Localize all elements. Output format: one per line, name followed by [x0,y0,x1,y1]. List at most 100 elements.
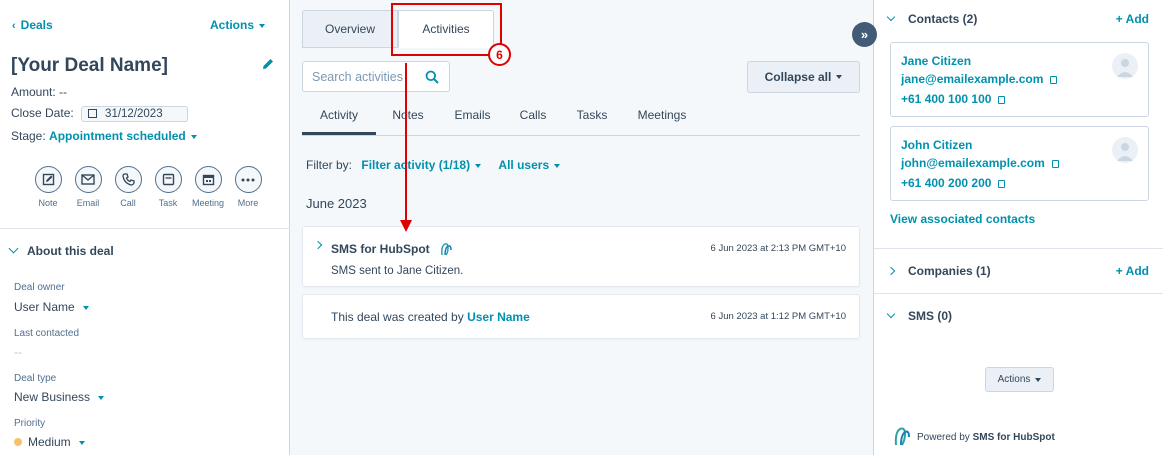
copy-icon[interactable] [998,180,1006,188]
expand-sidebar-icon[interactable]: » [852,22,877,47]
activity-body: This deal was created by User Name [331,310,530,324]
contacts-section-toggle[interactable]: Contacts (2) [886,12,977,26]
activity-panel: Overview Activities Search activities Co… [290,0,873,455]
copy-icon[interactable] [1051,160,1059,168]
caret-down-icon [475,163,482,168]
subtab-notes[interactable]: Notes [376,100,440,135]
search-activities-input[interactable]: Search activities [302,61,450,92]
contact-email-link[interactable]: jane@emailexample.com [901,72,1058,86]
caret-down-icon [82,305,89,310]
calendar-icon [88,109,98,118]
email-icon [74,166,102,193]
note-icon [34,166,62,193]
contact-phone-link[interactable]: +61 400 100 100 [901,92,1006,106]
field-label-deal-owner: Deal owner [14,282,65,293]
breadcrumb-deals[interactable]: ‹ Deals [12,18,53,32]
chevron-right-icon[interactable] [313,240,323,250]
add-company-button[interactable]: + Add [1116,264,1149,278]
search-icon[interactable] [425,70,439,84]
deal-owner-dropdown[interactable]: User Name [14,300,89,314]
subtab-activity[interactable]: Activity [302,100,376,135]
stage-dropdown[interactable]: Appointment scheduled [49,129,197,143]
actions-dropdown[interactable]: Actions [210,18,265,32]
annotation-arrow-line [405,63,407,223]
contact-name-link[interactable]: Jane Citizen [901,54,971,68]
more-icon [234,166,262,193]
subtab-tasks[interactable]: Tasks [561,100,623,135]
copy-icon[interactable] [998,96,1006,104]
all-users-dropdown[interactable]: All users [498,158,561,172]
pencil-icon[interactable] [261,57,275,71]
contact-card: John Citizen john@emailexample.com +61 4… [890,126,1149,201]
powered-by-footer: Powered by SMS for HubSpot [892,426,1055,446]
contact-name-link[interactable]: John Citizen [901,138,972,152]
annotation-highlight-box [391,3,502,56]
avatar-icon [1112,137,1138,163]
call-button[interactable]: Call [108,166,148,208]
caret-down-icon [259,23,265,28]
sms-actions-button[interactable]: Actions [985,367,1054,392]
meeting-button[interactable]: Meeting [188,166,228,208]
field-label-last-contacted: Last contacted [14,328,80,339]
chevron-down-icon [8,243,19,254]
subtab-meetings[interactable]: Meetings [623,100,701,135]
caret-down-icon [1035,377,1042,382]
close-date-input[interactable]: 31/12/2023 [81,106,188,122]
divider [874,293,1163,294]
call-icon [114,166,142,193]
deal-type-dropdown[interactable]: New Business [14,390,105,404]
chevron-down-icon [886,309,896,319]
avatar-icon [1112,53,1138,79]
field-label-deal-type: Deal type [14,373,57,384]
sms-for-hubspot-logo-icon [894,427,910,446]
close-date-row: Close Date: 31/12/2023 [11,106,188,122]
activity-subtabs: Activity Notes Emails Calls Tasks Meetin… [302,100,860,136]
activity-body: SMS sent to Jane Citizen. [331,265,464,277]
caret-down-icon [836,75,843,79]
contact-card: Jane Citizen jane@emailexample.com +61 4… [890,42,1149,117]
priority-dropdown[interactable]: Medium [14,435,85,449]
task-button[interactable]: Task [148,166,188,208]
add-contact-button[interactable]: + Add [1116,12,1149,26]
stage-row: Stage: Appointment scheduled [11,129,197,143]
last-contacted-value: -- [14,345,22,359]
tab-overview[interactable]: Overview [302,10,398,48]
caret-down-icon [190,134,197,139]
subtab-calls[interactable]: Calls [505,100,561,135]
collapse-all-button[interactable]: Collapse all [747,61,860,93]
about-deal-section-toggle[interactable]: About this deal [8,243,114,258]
chevron-down-icon [886,12,896,22]
caret-down-icon [554,163,561,168]
field-label-priority: Priority [14,418,46,429]
filter-activity-dropdown[interactable]: Filter activity (1/18) [361,158,482,172]
task-icon [154,166,182,193]
subtab-emails[interactable]: Emails [440,100,505,135]
more-button[interactable]: More [228,166,268,208]
contact-phone-link[interactable]: +61 400 200 200 [901,176,1006,190]
contact-email-link[interactable]: john@emailexample.com [901,156,1059,170]
month-heading: June 2023 [306,196,367,211]
activity-buttons: Note Email Call Task Meeting More [28,166,268,208]
view-associated-contacts-link[interactable]: View associated contacts [890,212,1035,226]
divider [874,248,1163,249]
divider [0,228,290,229]
note-button[interactable]: Note [28,166,68,208]
annotation-step-badge: 6 [488,43,511,66]
right-sidebar: Contacts (2) + Add Jane Citizen jane@ema… [873,0,1163,455]
deal-name-title: [Your Deal Name] [11,55,168,76]
user-name-link[interactable]: User Name [467,310,530,324]
amount-row: Amount: -- [11,85,68,99]
activity-card-sms[interactable]: SMS for HubSpot SMS sent to Jane Citizen… [302,226,860,287]
priority-dot-icon [14,438,22,446]
activity-card-deal-created: This deal was created by User Name 6 Jun… [302,294,860,339]
chevron-left-icon: ‹ [12,20,16,32]
sms-section-toggle[interactable]: SMS (0) [886,309,952,323]
copy-icon[interactable] [1050,76,1058,84]
activity-timestamp: 6 Jun 2023 at 2:13 PM GMT+10 [710,243,846,254]
caret-down-icon [78,440,85,445]
activity-timestamp: 6 Jun 2023 at 1:12 PM GMT+10 [710,311,846,322]
companies-section-toggle[interactable]: Companies (1) [886,264,991,278]
left-panel: ‹ Deals Actions [Your Deal Name] Amount: … [0,0,290,455]
chevron-right-icon [886,266,896,276]
email-button[interactable]: Email [68,166,108,208]
